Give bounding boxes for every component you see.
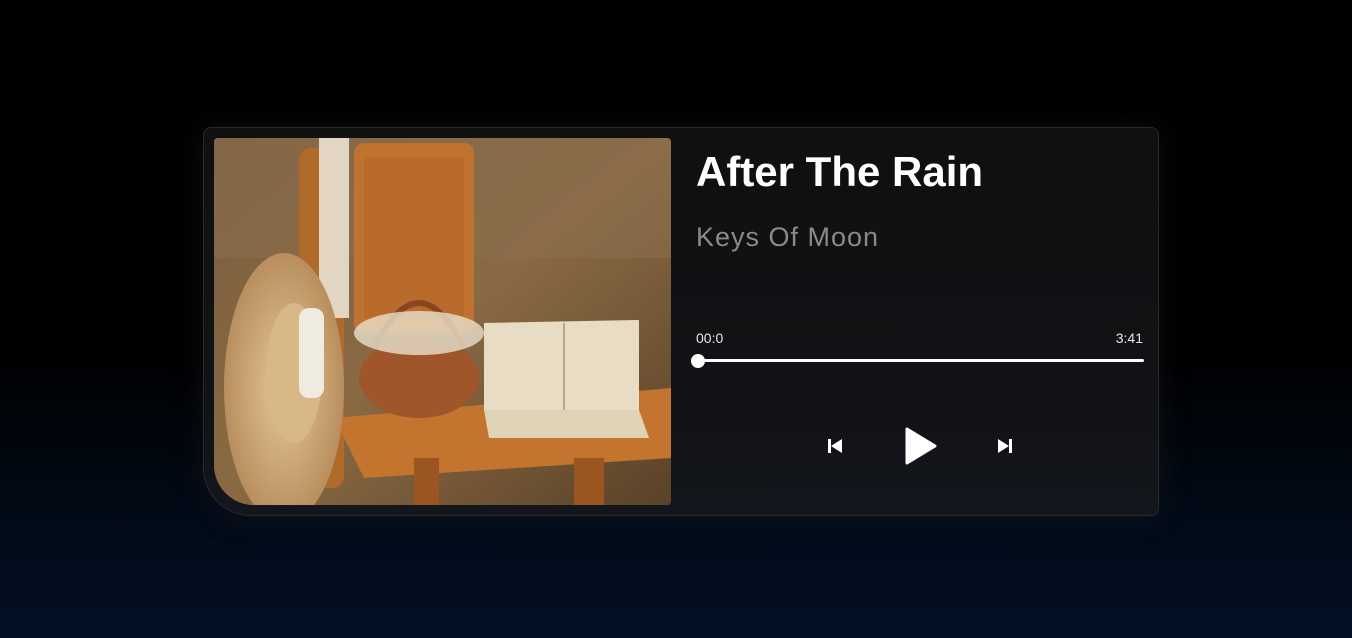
next-track-button[interactable]	[992, 434, 1018, 458]
track-artist: Keys Of Moon	[696, 222, 880, 252]
skip-next-icon	[998, 439, 1012, 453]
current-time: 00:0	[696, 330, 724, 346]
play-icon	[905, 427, 937, 465]
track-title: After The Rain	[696, 148, 984, 195]
album-cover-image	[214, 138, 671, 505]
total-duration: 3:41	[1115, 330, 1143, 346]
progress-slider[interactable]	[691, 354, 1144, 368]
progress-track	[694, 359, 1144, 362]
previous-track-button[interactable]	[822, 434, 848, 458]
play-button[interactable]	[898, 424, 942, 468]
progress-thumb[interactable]	[691, 354, 705, 368]
music-player-card: After The Rain Keys Of Moon 00:0 3:41	[203, 127, 1159, 516]
skip-previous-icon	[828, 439, 842, 453]
